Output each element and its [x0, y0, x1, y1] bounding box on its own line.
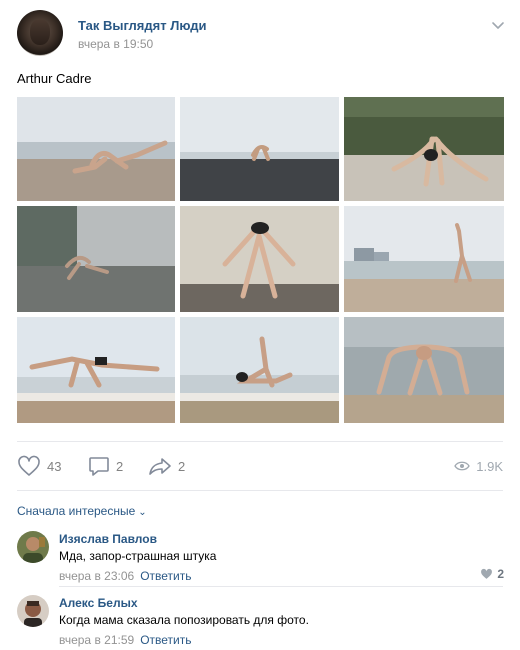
eye-icon	[454, 461, 471, 471]
photo-5[interactable]	[180, 206, 339, 312]
views-count: 1.9K	[476, 458, 503, 474]
comment-time[interactable]: вчера в 23:06	[59, 569, 134, 583]
post-actions: 43 2 2 1.9K	[17, 454, 503, 478]
comment-text: Когда мама сказала попозировать для фото…	[59, 613, 309, 627]
like-button[interactable]: 43	[17, 454, 61, 478]
community-name[interactable]: Так Выглядят Люди	[78, 18, 207, 33]
avatar[interactable]	[17, 595, 49, 627]
photo-7[interactable]	[17, 317, 175, 423]
comment-meta: вчера в 23:06 Ответить	[59, 569, 191, 583]
comment-like-count: 2	[497, 567, 504, 581]
community-avatar[interactable]	[17, 10, 63, 56]
post-timestamp[interactable]: вчера в 19:50	[78, 37, 153, 51]
comment-meta: вчера в 21:59 Ответить	[59, 633, 191, 647]
comment-count: 2	[116, 458, 124, 474]
photo-2[interactable]	[180, 97, 339, 201]
avatar[interactable]	[17, 531, 49, 563]
comment-button[interactable]: 2	[88, 454, 123, 478]
comment-sort-selector[interactable]: Сначала интересные ⌄	[17, 504, 147, 518]
photo-6[interactable]	[344, 206, 504, 312]
chevron-down-icon[interactable]	[489, 16, 507, 34]
comment-icon	[89, 457, 109, 476]
reply-button[interactable]: Ответить	[140, 569, 191, 583]
divider	[17, 441, 503, 442]
divider	[17, 490, 503, 491]
heart-icon	[481, 568, 493, 579]
chevron-down-icon: ⌄	[138, 507, 147, 518]
comment-author[interactable]: Изяслав Павлов	[59, 532, 157, 546]
comment-item: Алекс Белых Когда мама сказала попозиров…	[17, 595, 504, 650]
post-header: Так Выглядят Люди вчера в 19:50	[17, 10, 507, 58]
share-icon	[149, 458, 171, 475]
photo-3[interactable]	[344, 97, 504, 201]
photo-4[interactable]	[17, 206, 175, 312]
share-count: 2	[178, 458, 186, 474]
reply-button[interactable]: Ответить	[140, 633, 191, 647]
comment-text: Мда, запор-страшная штука	[59, 549, 217, 563]
photo-1[interactable]	[17, 97, 175, 201]
photo-gallery	[17, 97, 504, 423]
sort-label: Сначала интересные	[17, 504, 136, 518]
views-counter: 1.9K	[454, 454, 503, 478]
divider	[59, 586, 503, 587]
comment-item: Изяслав Павлов Мда, запор-страшная штука…	[17, 531, 504, 587]
post-text: Arthur Cadre	[17, 71, 92, 86]
photo-9[interactable]	[344, 317, 504, 423]
comment-time[interactable]: вчера в 21:59	[59, 633, 134, 647]
comment-like-button[interactable]: 2	[480, 567, 504, 581]
share-button[interactable]: 2	[148, 454, 185, 478]
like-count: 43	[47, 458, 62, 474]
heart-icon	[18, 455, 40, 476]
comment-author[interactable]: Алекс Белых	[59, 596, 138, 610]
photo-8[interactable]	[180, 317, 339, 423]
